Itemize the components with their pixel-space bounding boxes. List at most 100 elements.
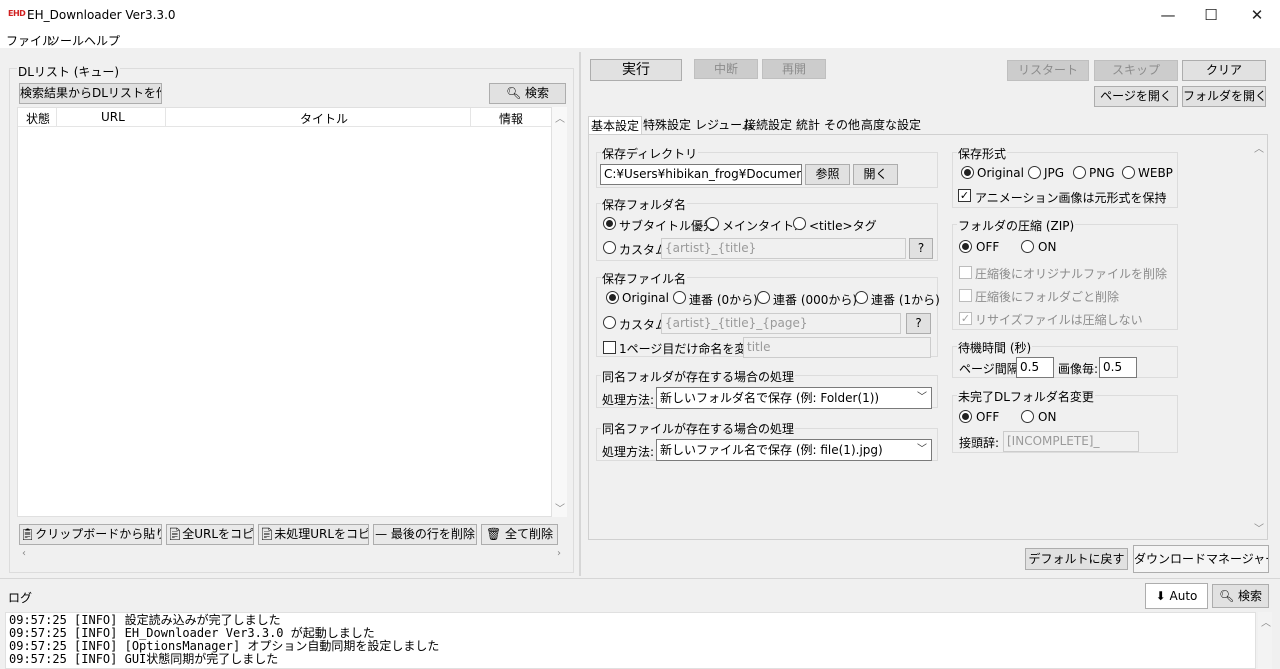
file-seq0-label: 連番 (0から) bbox=[689, 293, 758, 307]
log-search-button[interactable]: 🔍︎ 検索 bbox=[1212, 584, 1269, 608]
minimize-icon[interactable]: — bbox=[1145, 4, 1191, 26]
vertical-scrollbar[interactable] bbox=[552, 107, 567, 517]
paste-clipboard-button[interactable]: 📋︎クリップボードから貼り付け bbox=[19, 524, 162, 545]
open-page-button[interactable]: ページを開く bbox=[1094, 86, 1178, 107]
dl-search-button[interactable]: 🔍︎ 検索 bbox=[489, 83, 566, 104]
folder-maintitle-radio[interactable] bbox=[706, 217, 719, 230]
menu-help[interactable]: ヘルプ bbox=[84, 32, 120, 49]
scroll-left-icon[interactable]: ‹ bbox=[22, 548, 26, 559]
format-original-radio[interactable] bbox=[961, 166, 974, 179]
folder-subtitle-label: サブタイトル優先 bbox=[619, 219, 716, 233]
create-dl-list-button[interactable]: 検索結果からDLリストを作成 bbox=[19, 83, 162, 104]
format-webp-radio[interactable] bbox=[1122, 166, 1135, 179]
browse-button[interactable]: 参照 bbox=[805, 164, 850, 185]
log-scroll-up-icon[interactable]: ︿ bbox=[1261, 614, 1271, 629]
skip-button[interactable]: スキップ bbox=[1094, 60, 1178, 81]
tab-statistics[interactable]: 統計 bbox=[794, 116, 822, 135]
page-interval-input[interactable]: 0.5 bbox=[1016, 357, 1054, 378]
resume-button[interactable]: 再開 bbox=[762, 59, 826, 79]
app-logo-icon: EHD bbox=[8, 9, 26, 18]
restore-default-button[interactable]: デフォルトに戻す bbox=[1025, 548, 1128, 570]
trash-icon: 🗑︎ bbox=[485, 527, 506, 541]
image-interval-input[interactable]: 0.5 bbox=[1099, 357, 1137, 378]
incomplete-on-label: ON bbox=[1038, 410, 1057, 424]
first-page-rename-checkbox[interactable] bbox=[603, 341, 616, 354]
folder-custom-radio[interactable] bbox=[603, 241, 616, 254]
zip-delete-original-checkbox[interactable] bbox=[959, 266, 972, 279]
menu-file[interactable]: ファイル bbox=[6, 32, 54, 49]
incomplete-off-radio[interactable] bbox=[959, 410, 972, 423]
incomplete-on-radio[interactable] bbox=[1021, 410, 1034, 423]
delete-last-row-button[interactable]: — 最後の行を削除 bbox=[373, 524, 477, 545]
col-title[interactable]: タイトル bbox=[300, 110, 348, 127]
menu-bar bbox=[0, 31, 1280, 48]
scroll-right-icon[interactable]: › bbox=[557, 548, 561, 559]
file-seq000-radio[interactable] bbox=[757, 291, 770, 304]
incomplete-off-label: OFF bbox=[976, 410, 1000, 424]
save-dir-title: 保存ディレクトリ bbox=[601, 145, 699, 162]
scroll-down-icon[interactable]: ﹀ bbox=[555, 500, 565, 515]
tab-advanced[interactable]: 高度な設定 bbox=[859, 116, 923, 135]
zip-on-radio[interactable] bbox=[1021, 240, 1034, 253]
download-manager-button[interactable]: ダウンロードマネージャー bbox=[1133, 545, 1269, 573]
keep-anim-checkbox[interactable]: ✓ bbox=[958, 189, 971, 202]
panel-splitter[interactable] bbox=[579, 52, 581, 576]
format-jpg-radio[interactable] bbox=[1028, 166, 1041, 179]
settings-scroll-up-icon[interactable]: ︿ bbox=[1254, 140, 1264, 155]
folder-custom-input[interactable]: {artist}_{title} bbox=[661, 238, 906, 259]
format-png-radio[interactable] bbox=[1073, 166, 1086, 179]
first-page-name-input[interactable]: title bbox=[743, 337, 931, 358]
save-format-title: 保存形式 bbox=[957, 145, 1008, 162]
dup-file-select[interactable]: 新しいファイル名で保存 (例: file(1).jpg) ﹀ bbox=[656, 439, 932, 461]
folder-help-button[interactable]: ? bbox=[909, 238, 933, 259]
folder-subtitle-radio[interactable] bbox=[603, 217, 616, 230]
zip-delete-folder-checkbox[interactable] bbox=[959, 289, 972, 302]
tab-basic-settings[interactable]: 基本設定 bbox=[588, 116, 643, 135]
col-status[interactable]: 状態 bbox=[26, 110, 50, 127]
folder-name-title: 保存フォルダ名 bbox=[601, 196, 688, 213]
copy-unprocessed-url-button[interactable]: 📄︎未処理URLをコピー bbox=[258, 524, 369, 545]
col-info[interactable]: 情報 bbox=[499, 110, 523, 127]
zip-skip-resized-label: リサイズファイルは圧縮しない bbox=[975, 313, 1143, 327]
maximize-icon[interactable]: ☐ bbox=[1188, 4, 1234, 26]
menu-tools[interactable]: ツール bbox=[48, 32, 84, 49]
file-custom-radio[interactable] bbox=[603, 316, 616, 329]
delete-all-button[interactable]: 🗑︎ 全て削除 bbox=[481, 524, 558, 545]
close-icon[interactable]: ✕ bbox=[1234, 4, 1280, 26]
file-seq1-radio[interactable] bbox=[855, 291, 868, 304]
scroll-up-icon[interactable]: ︿ bbox=[555, 110, 565, 125]
settings-scroll-down-icon[interactable]: ﹀ bbox=[1254, 520, 1264, 535]
zip-off-radio[interactable] bbox=[959, 240, 972, 253]
clipboard-icon: 📋︎ bbox=[20, 527, 36, 541]
copy-all-url-button[interactable]: 📄︎全URLをコピー bbox=[166, 524, 254, 545]
file-seq0-radio[interactable] bbox=[673, 291, 686, 304]
file-seq1-label: 連番 (1から) bbox=[871, 293, 940, 307]
file-original-radio[interactable] bbox=[606, 291, 619, 304]
dl-list-title: DLリスト (キュー) bbox=[17, 63, 121, 80]
clear-button[interactable]: クリア bbox=[1182, 60, 1266, 81]
tab-other[interactable]: その他 bbox=[822, 116, 862, 135]
arrow-down-icon: ⬇ bbox=[1155, 589, 1170, 603]
open-folder-button[interactable]: フォルダを開く bbox=[1182, 86, 1266, 107]
dl-list-table[interactable] bbox=[17, 107, 552, 517]
magnifier-icon: 🔍︎ bbox=[505, 86, 526, 100]
file-help-button[interactable]: ? bbox=[906, 313, 931, 334]
dup-folder-method-label: 処理方法: bbox=[602, 393, 655, 407]
col-url[interactable]: URL bbox=[101, 110, 125, 124]
log-auto-toggle[interactable]: ⬇ Auto bbox=[1145, 583, 1208, 609]
file-seq000-label: 連番 (000から) bbox=[773, 293, 858, 307]
restart-button[interactable]: リスタート bbox=[1007, 60, 1089, 81]
run-button[interactable]: 実行 bbox=[590, 59, 682, 81]
file-custom-input[interactable]: {artist}_{title}_{page} bbox=[661, 313, 901, 334]
folder-titletag-radio[interactable] bbox=[793, 217, 806, 230]
save-dir-input[interactable]: C:¥Users¥hibikan_frog¥Documents bbox=[600, 164, 802, 185]
dl-search-label: 検索 bbox=[525, 86, 550, 100]
prefix-input[interactable]: [INCOMPLETE]_ bbox=[1003, 431, 1139, 452]
tab-connection[interactable]: 接続設定 bbox=[742, 116, 794, 135]
tab-special-settings[interactable]: 特殊設定 bbox=[641, 116, 693, 135]
zip-skip-resized-checkbox[interactable]: ✓ bbox=[959, 312, 972, 325]
zip-off-label: OFF bbox=[976, 240, 1000, 254]
dup-folder-select[interactable]: 新しいフォルダ名で保存 (例: Folder(1)) ﹀ bbox=[656, 387, 932, 409]
open-dir-button[interactable]: 開く bbox=[853, 164, 898, 185]
interrupt-button[interactable]: 中断 bbox=[694, 59, 758, 79]
